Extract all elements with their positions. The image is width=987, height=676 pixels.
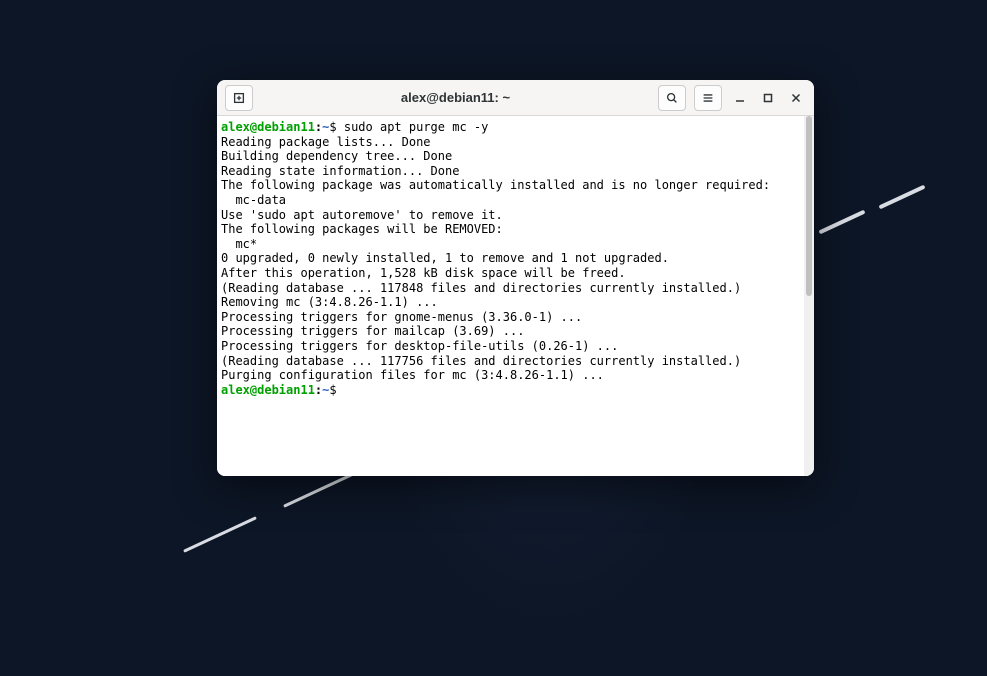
output-line: Processing triggers for mailcap (3.69) .…: [221, 324, 524, 338]
prompt-symbol: $: [329, 383, 336, 397]
output-line: Processing triggers for gnome-menus (3.3…: [221, 310, 582, 324]
bg-decoration: [878, 185, 925, 210]
close-button[interactable]: [784, 86, 808, 110]
scrollbar-thumb[interactable]: [806, 116, 812, 296]
minimize-icon: [735, 93, 745, 103]
hamburger-icon: [701, 91, 715, 105]
output-line: The following package was automatically …: [221, 178, 770, 192]
output-line: Removing mc (3:4.8.26-1.1) ...: [221, 295, 438, 309]
new-tab-button[interactable]: [225, 85, 253, 111]
bg-decoration: [183, 516, 257, 553]
prompt-symbol: $: [329, 120, 336, 134]
output-line: 0 upgraded, 0 newly installed, 1 to remo…: [221, 251, 669, 265]
output-line: mc-data: [221, 193, 286, 207]
new-tab-icon: [232, 91, 246, 105]
window-title: alex@debian11: ~: [255, 90, 656, 105]
maximize-icon: [763, 93, 773, 103]
prompt-user-host: alex@debian11: [221, 383, 315, 397]
maximize-button[interactable]: [756, 86, 780, 110]
bg-decoration: [818, 210, 865, 235]
output-line: Use 'sudo apt autoremove' to remove it.: [221, 208, 503, 222]
titlebar: alex@debian11: ~: [217, 80, 814, 116]
search-icon: [665, 91, 679, 105]
search-button[interactable]: [658, 85, 686, 111]
output-line: (Reading database ... 117756 files and d…: [221, 354, 741, 368]
close-icon: [791, 93, 801, 103]
command-text: sudo apt purge mc -y: [344, 120, 489, 134]
terminal-window: alex@debian11: ~: [217, 80, 814, 476]
output-line: Purging configuration files for mc (3:4.…: [221, 368, 604, 382]
scrollbar[interactable]: [804, 116, 814, 476]
terminal-content[interactable]: alex@debian11:~$ sudo apt purge mc -y Re…: [217, 116, 814, 476]
output-line: (Reading database ... 117848 files and d…: [221, 281, 741, 295]
menu-button[interactable]: [694, 85, 722, 111]
output-line: Building dependency tree... Done: [221, 149, 452, 163]
bg-decoration: [283, 471, 357, 508]
output-line: Reading state information... Done: [221, 164, 459, 178]
output-line: Reading package lists... Done: [221, 135, 431, 149]
prompt-user-host: alex@debian11: [221, 120, 315, 134]
output-line: mc*: [221, 237, 257, 251]
output-line: After this operation, 1,528 kB disk spac…: [221, 266, 626, 280]
minimize-button[interactable]: [728, 86, 752, 110]
output-line: Processing triggers for desktop-file-uti…: [221, 339, 618, 353]
command-text: [337, 120, 344, 134]
output-line: The following packages will be REMOVED:: [221, 222, 503, 236]
